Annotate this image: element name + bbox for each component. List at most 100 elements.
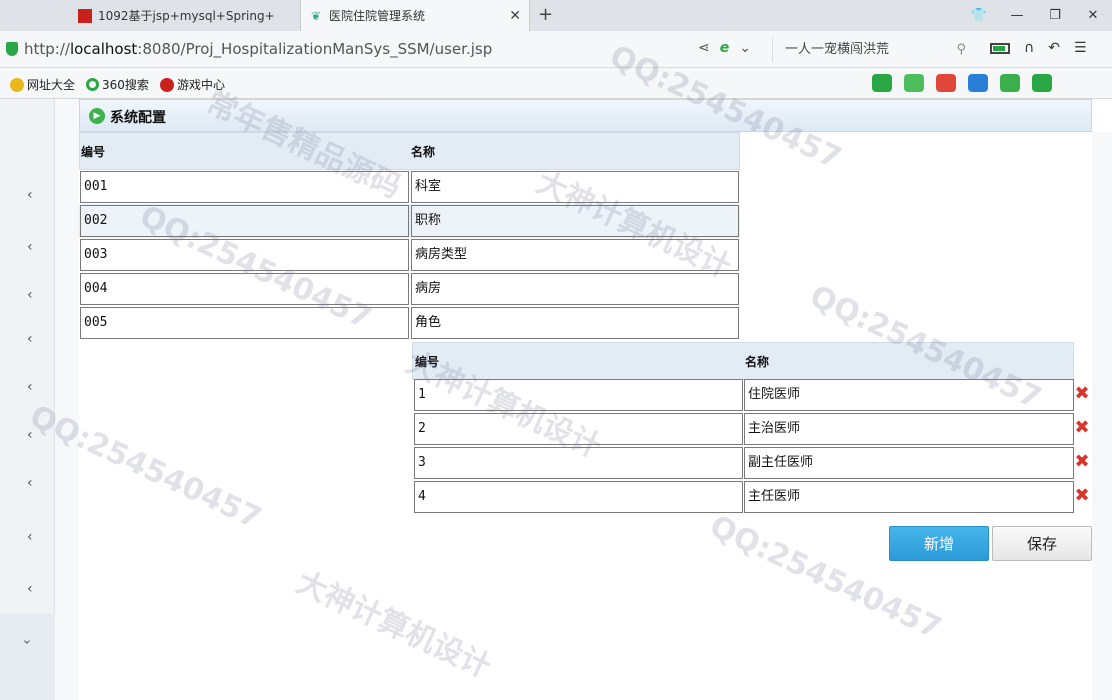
grid-header: 编号 名称: [412, 342, 1074, 380]
name-cell[interactable]: 主任医师: [744, 481, 1074, 513]
window-controls: 👕 — ❐ ✕: [960, 0, 1112, 31]
watermark-text: 大神计算机设计: [290, 564, 497, 686]
name-cell[interactable]: 职称: [411, 205, 739, 237]
sidebar-expand-icon[interactable]: ‹: [27, 529, 33, 545]
menu-icon[interactable]: ☰: [1074, 40, 1087, 56]
url-field[interactable]: http://localhost:8080/Proj_Hospitalizati…: [24, 40, 492, 58]
close-window-icon[interactable]: ✕: [1074, 8, 1112, 23]
site-favicon-icon: [78, 8, 92, 23]
translate-extension-icon[interactable]: [904, 74, 924, 92]
address-bar: http://localhost:8080/Proj_Hospitalizati…: [0, 31, 1112, 68]
game-center-icon: [160, 77, 174, 92]
content-gutter-right: [1092, 132, 1112, 700]
extension-icons: [872, 74, 1052, 92]
bookmarks-bar: 网址大全 360搜索 游戏中心: [0, 68, 1112, 99]
tab-title: 1092基于jsp+mysql+Spring+: [98, 9, 275, 23]
tab-title: 医院住院管理系统: [329, 9, 426, 23]
skin-icon[interactable]: 👕: [960, 8, 998, 23]
sidebar-expand-icon[interactable]: ‹: [27, 475, 33, 491]
sidebar-expand-icon[interactable]: ‹: [27, 331, 33, 347]
chevron-down-icon[interactable]: ‹: [19, 639, 35, 645]
content-gutter: [55, 99, 79, 700]
sidebar-expand-icon[interactable]: ‹: [27, 427, 33, 443]
undo-icon[interactable]: ↶: [1048, 40, 1060, 56]
sidebar-expand-icon[interactable]: ‹: [27, 581, 33, 597]
magnifier-extension-icon[interactable]: [968, 74, 988, 92]
minimize-icon[interactable]: —: [998, 8, 1036, 23]
grid-header: 编号 名称: [79, 132, 740, 170]
table-row[interactable]: 001 科室: [79, 170, 740, 204]
name-cell[interactable]: 科室: [411, 171, 739, 203]
share-icon[interactable]: ⋖: [698, 40, 710, 56]
headphones-icon[interactable]: ∩: [1024, 40, 1034, 56]
config-detail-grid: 编号 名称 1 住院医师 ✖ 2 主治医师 ✖ 3 副主任医师 ✖ 4 主任医师…: [412, 342, 1092, 518]
battery-icon: [990, 43, 1010, 54]
panel-header: ▶ 系统配置: [79, 99, 1092, 132]
close-tab-icon[interactable]: ✕: [509, 8, 521, 24]
table-row[interactable]: 004 病房: [79, 272, 740, 306]
id-cell[interactable]: 005: [80, 307, 409, 339]
name-cell[interactable]: 病房类型: [411, 239, 739, 271]
table-row-selected[interactable]: 002 职称: [79, 204, 740, 238]
chevron-down-icon[interactable]: ⌄: [739, 40, 751, 56]
ie-mode-icon[interactable]: e: [720, 40, 730, 56]
column-header-id: 编号: [415, 355, 440, 369]
new-tab-icon[interactable]: +: [538, 4, 553, 25]
sidebar-expand-icon[interactable]: ‹: [27, 287, 33, 303]
id-cell[interactable]: 3: [414, 447, 743, 479]
table-row[interactable]: 003 病房类型: [79, 238, 740, 272]
toolbar-right: ∩ ↶ ☰: [990, 40, 1087, 56]
id-cell[interactable]: 001: [80, 171, 409, 203]
sidebar: ‹ ‹ ‹ ‹ ‹ ‹ ‹ ‹ ‹ ‹: [0, 99, 55, 700]
name-cell[interactable]: 住院医师: [744, 379, 1074, 411]
security-shield-icon: [6, 42, 18, 56]
360-search-icon: [86, 78, 99, 91]
bookmark-sites[interactable]: 网址大全: [10, 76, 75, 93]
scissors-extension-icon[interactable]: [936, 74, 956, 92]
name-cell[interactable]: 副主任医师: [744, 447, 1074, 479]
browser-tab-source[interactable]: 1092基于jsp+mysql+Spring+: [70, 0, 300, 31]
id-cell[interactable]: 004: [80, 273, 409, 305]
page-title: 系统配置: [110, 110, 166, 126]
id-cell[interactable]: 1: [414, 379, 743, 411]
restore-icon[interactable]: ❐: [1036, 8, 1074, 23]
sites-icon: [10, 77, 24, 92]
save-button[interactable]: 保存: [992, 526, 1092, 561]
table-row[interactable]: 005 角色: [79, 306, 740, 340]
delete-row-icon[interactable]: ✖: [1074, 453, 1090, 471]
id-cell[interactable]: 002: [80, 205, 409, 237]
sidebar-expand-icon[interactable]: ‹: [27, 187, 33, 203]
play-arrow-icon: ▶: [89, 108, 105, 124]
delete-row-icon[interactable]: ✖: [1074, 487, 1090, 505]
id-cell[interactable]: 003: [80, 239, 409, 271]
sidebar-active-item[interactable]: ‹: [0, 614, 55, 700]
name-cell[interactable]: 角色: [411, 307, 739, 339]
browser-tab-hospital[interactable]: ❦ 医院住院管理系统 ✕: [300, 0, 530, 31]
delete-row-icon[interactable]: ✖: [1074, 385, 1090, 403]
sidebar-expand-icon[interactable]: ‹: [27, 239, 33, 255]
sidebar-expand-icon[interactable]: ‹: [27, 379, 33, 395]
bookmark-game-center[interactable]: 游戏中心: [160, 76, 225, 93]
add-button[interactable]: 新增: [889, 526, 989, 561]
address-tools: ⋖ e ⌄: [698, 40, 751, 56]
search-input[interactable]: 一人一宠横闯洪荒 ⚲: [772, 37, 972, 62]
name-cell[interactable]: 病房: [411, 273, 739, 305]
yuan-extension-icon[interactable]: [1032, 74, 1052, 92]
id-cell[interactable]: 4: [414, 481, 743, 513]
column-header-name: 名称: [745, 355, 770, 369]
table-row[interactable]: 4 主任医师 ✖: [412, 480, 1092, 514]
column-header-id: 编号: [81, 145, 106, 159]
column-header-name: 名称: [411, 145, 436, 159]
game-extension-icon[interactable]: [1000, 74, 1020, 92]
table-row[interactable]: 3 副主任医师 ✖: [412, 446, 1092, 480]
table-row[interactable]: 1 住院医师 ✖: [412, 378, 1092, 412]
chat-extension-icon[interactable]: [872, 74, 892, 92]
table-row[interactable]: 2 主治医师 ✖: [412, 412, 1092, 446]
id-cell[interactable]: 2: [414, 413, 743, 445]
leaf-favicon-icon: ❦: [310, 8, 322, 23]
delete-row-icon[interactable]: ✖: [1074, 419, 1090, 437]
config-category-grid: 编号 名称 001 科室 002 职称 003 病房类型 004 病房 005 …: [79, 132, 740, 342]
name-cell[interactable]: 主治医师: [744, 413, 1074, 445]
bookmark-360-search[interactable]: 360搜索: [86, 76, 149, 93]
search-icon[interactable]: ⚲: [956, 37, 966, 62]
